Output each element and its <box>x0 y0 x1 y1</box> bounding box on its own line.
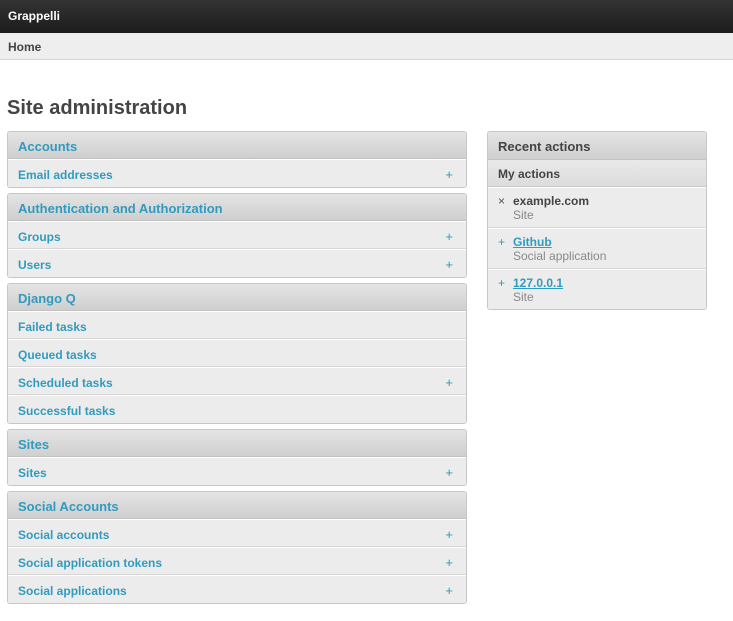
model-row: Queued tasks <box>8 339 466 367</box>
recent-actions-panel: Recent actions My actions × example.com … <box>487 131 707 310</box>
add-icon[interactable]: + <box>445 229 453 244</box>
recent-actions-title: Recent actions <box>488 132 706 160</box>
breadcrumb-home-link[interactable]: Home <box>8 40 41 54</box>
model-link-scheduled-tasks[interactable]: Scheduled tasks <box>18 376 113 390</box>
add-icon: + <box>498 276 506 290</box>
model-row: Social accounts + <box>8 519 466 547</box>
recent-action-item: × example.com Site <box>488 187 706 228</box>
model-link-sites[interactable]: Sites <box>18 466 47 480</box>
recent-action-type: Site <box>513 208 534 222</box>
breadcrumb: Home <box>0 33 733 60</box>
model-link-groups[interactable]: Groups <box>18 230 61 244</box>
recent-action-link[interactable]: Github <box>513 235 696 249</box>
model-link-users[interactable]: Users <box>18 258 51 272</box>
recent-action-name: example.com <box>513 194 590 208</box>
add-icon[interactable]: + <box>445 167 453 182</box>
module-auth: Authentication and Authorization Groups … <box>7 193 467 278</box>
add-icon[interactable]: + <box>445 375 453 390</box>
model-row: Users + <box>8 249 466 277</box>
model-link-successful-tasks[interactable]: Successful tasks <box>18 404 115 418</box>
module-title[interactable]: Authentication and Authorization <box>8 194 466 221</box>
model-row: Social application tokens + <box>8 547 466 575</box>
model-row: Social applications + <box>8 575 466 603</box>
recent-action-type: Site <box>513 290 534 304</box>
brand-link[interactable]: Grappelli <box>8 9 60 23</box>
add-icon[interactable]: + <box>445 527 453 542</box>
module-accounts: Accounts Email addresses + <box>7 131 467 188</box>
model-row: Successful tasks <box>8 395 466 423</box>
model-row: Email addresses + <box>8 159 466 187</box>
module-sites: Sites Sites + <box>7 429 467 486</box>
model-link-queued-tasks[interactable]: Queued tasks <box>18 348 97 362</box>
model-row: Sites + <box>8 457 466 485</box>
module-title[interactable]: Social Accounts <box>8 492 466 519</box>
model-link-social-application-tokens[interactable]: Social application tokens <box>18 556 162 570</box>
module-title[interactable]: Django Q <box>8 284 466 311</box>
model-link-social-applications[interactable]: Social applications <box>18 584 127 598</box>
add-icon[interactable]: + <box>445 555 453 570</box>
model-row: Groups + <box>8 221 466 249</box>
model-link-social-accounts[interactable]: Social accounts <box>18 528 109 542</box>
my-actions-subtitle: My actions <box>488 160 706 187</box>
page-title: Site administration <box>7 97 188 119</box>
model-link-failed-tasks[interactable]: Failed tasks <box>18 320 87 334</box>
module-social-accounts: Social Accounts Social accounts + Social… <box>7 491 467 604</box>
add-icon[interactable]: + <box>445 583 453 598</box>
module-django-q: Django Q Failed tasks Queued tasks Sched… <box>7 283 467 424</box>
recent-action-item: + Github Social application <box>488 228 706 269</box>
recent-action-link[interactable]: 127.0.0.1 <box>513 276 696 290</box>
delete-icon: × <box>498 194 506 208</box>
model-link-email-addresses[interactable]: Email addresses <box>18 168 113 182</box>
add-icon[interactable]: + <box>445 257 453 272</box>
recent-action-type: Social application <box>513 249 607 263</box>
add-icon[interactable]: + <box>445 465 453 480</box>
recent-action-item: + 127.0.0.1 Site <box>488 269 706 309</box>
model-row: Failed tasks <box>8 311 466 339</box>
module-title[interactable]: Accounts <box>8 132 466 159</box>
model-row: Scheduled tasks + <box>8 367 466 395</box>
module-title[interactable]: Sites <box>8 430 466 457</box>
add-icon: + <box>498 235 506 249</box>
top-navbar: Grappelli <box>0 0 733 33</box>
